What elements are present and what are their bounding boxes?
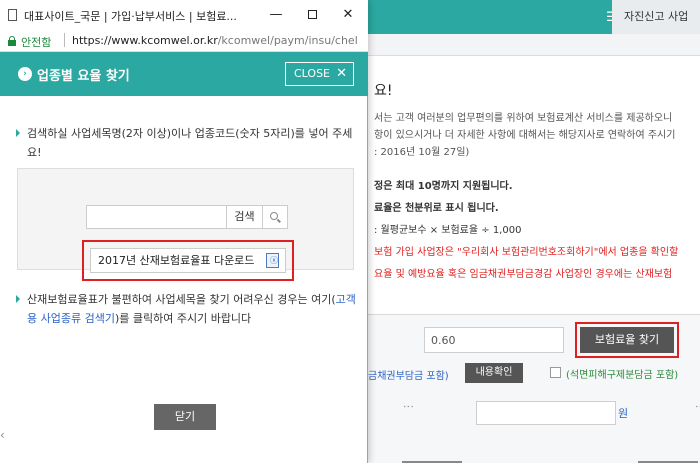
search-button[interactable]: 검색 — [227, 205, 263, 229]
minimize-button[interactable]: — — [258, 0, 294, 30]
bullet-icon — [16, 295, 20, 303]
help-note: 산재보험료율표가 불편하여 사업세목을 찾기 어려우신 경우는 여기(고객용 사… — [16, 290, 361, 328]
download-highlight: 2017년 산재보험료율표 다운로드 ⓧ — [82, 240, 294, 281]
rule-item: 료율은 천분위로 표시 됩니다. — [374, 203, 499, 214]
close-popup-label: CLOSE — [294, 67, 331, 80]
rule-item: : 월평균보수 × 보험료율 ÷ 1,000 — [374, 225, 522, 236]
download-label: 2017년 산재보험료율표 다운로드 — [98, 254, 255, 267]
scroll-left-icon[interactable]: ‹ — [0, 428, 5, 442]
top-navigation-bar: ☰ 자진신고 사업 — [368, 0, 700, 34]
maximize-button[interactable] — [294, 0, 330, 30]
rule-item-warning: 요율 및 예방요율 혹은 임금채권부담금경감 사업장인 경우에는 산재보험 — [374, 269, 673, 280]
insurance-rate-input[interactable] — [424, 327, 564, 353]
asbestos-included-label: (석면피해구제분담금 포함) — [566, 370, 679, 381]
download-rate-table-button[interactable]: 2017년 산재보험료율표 다운로드 ⓧ — [90, 248, 286, 273]
search-panel: 검색 2017년 산재보험료율표 다운로드 ⓧ — [17, 168, 354, 281]
divider-dots: ⋮ — [402, 401, 415, 412]
search-instruction: 검색하실 사업세목명(2자 이상)이나 업종코드(숫자 5자리)를 넣어 주세요… — [16, 124, 356, 162]
close-popup-button[interactable]: CLOSE ✕ — [285, 62, 354, 86]
address-divider — [64, 33, 65, 47]
window-title: 대표사이트_국문 | 가입·납부서비스 | 보험료... — [24, 10, 237, 23]
tab-self-report[interactable]: 자진신고 사업 — [612, 0, 700, 34]
page-heading: 요! — [374, 83, 393, 99]
desc-line: 항이 있으시거나 더 자세한 사항에 대해서는 해당지사로 연락하여 주시기 — [374, 130, 676, 141]
note-text: 산재보험료율표가 불편하여 사업세목을 찾기 어려우신 경우는 여기(고객용 사… — [27, 293, 356, 325]
won-unit-label: 원 — [618, 407, 629, 420]
document-icon — [8, 9, 17, 21]
url-text[interactable]: https://www.kcomwel.or.kr/kcomwel/paym/i… — [72, 34, 366, 47]
lock-icon — [8, 36, 16, 46]
close-window-button[interactable]: ✕ — [330, 0, 366, 30]
main-content: 요! 서는 고객 여러분의 업무편의를 위하여 보험료계산 서비스를 제공하오니… — [368, 56, 700, 463]
close-icon: ✕ — [336, 66, 347, 81]
maximize-icon — [307, 10, 317, 19]
instruction-text: 검색하실 사업세목명(2자 이상)이나 업종코드(숫자 5자리)를 넣어 주세요… — [27, 127, 353, 159]
desc-line: 서는 고객 여러분의 업무편의를 위하여 보험료계산 서비스를 제공하오니 — [374, 113, 673, 124]
service-description: 서는 고객 여러분의 업무편의를 위하여 보험료계산 서비스를 제공하오니 항이… — [374, 110, 700, 161]
window-titlebar: 대표사이트_국문 | 가입·납부서비스 | 보험료... — ✕ — [0, 0, 368, 30]
popup-title: 업종별 요율 찾기 — [37, 69, 130, 84]
calculation-form: 보험료율 찾기 금채권부담금 포함) 내용확인 (석면피해구제분담금 포함) ⋮… — [368, 314, 700, 463]
rule-item-warning: 보험 가입 사업장은 "우리회사 보험관리번호조회하기"에서 업종을 확인할 — [374, 247, 679, 258]
address-bar[interactable]: 안전함 https://www.kcomwel.or.kr/kcomwel/pa… — [0, 30, 368, 52]
popup-header: › 업종별 요율 찾기 CLOSE ✕ — [0, 52, 368, 96]
find-rate-button[interactable]: 보험료율 찾기 — [580, 327, 674, 353]
chevron-right-icon: › — [18, 67, 32, 81]
calculation-rules: 정은 최대 10명까지 지원됩니다. 료율은 천분위로 표시 됩니다. : 월평… — [374, 176, 678, 286]
wage-claim-included-label: 금채권부담금 포함) — [368, 371, 449, 382]
search-input[interactable] — [86, 205, 227, 229]
asbestos-checkbox[interactable] — [550, 367, 561, 378]
excel-file-icon: ⓧ — [266, 253, 279, 268]
bullet-icon — [16, 129, 20, 137]
rate-search-popup-window: 대표사이트_국문 | 가입·납부서비스 | 보험료... — ✕ 안전함 htt… — [0, 0, 368, 463]
secure-label: 안전함 — [21, 36, 52, 49]
sub-header-strip — [368, 34, 700, 56]
amount-input[interactable] — [476, 401, 616, 425]
divider-dots: ⋮ — [694, 401, 700, 412]
rule-item: 정은 최대 10명까지 지원됩니다. — [374, 181, 513, 192]
search-icon-button[interactable] — [263, 205, 288, 229]
desc-line: : 2016년 10월 27일) — [374, 147, 470, 158]
confirm-content-button[interactable]: 내용확인 — [465, 363, 523, 383]
find-rate-button-highlight[interactable]: 보험료율 찾기 — [575, 322, 679, 358]
close-button[interactable]: 닫기 — [154, 404, 216, 430]
